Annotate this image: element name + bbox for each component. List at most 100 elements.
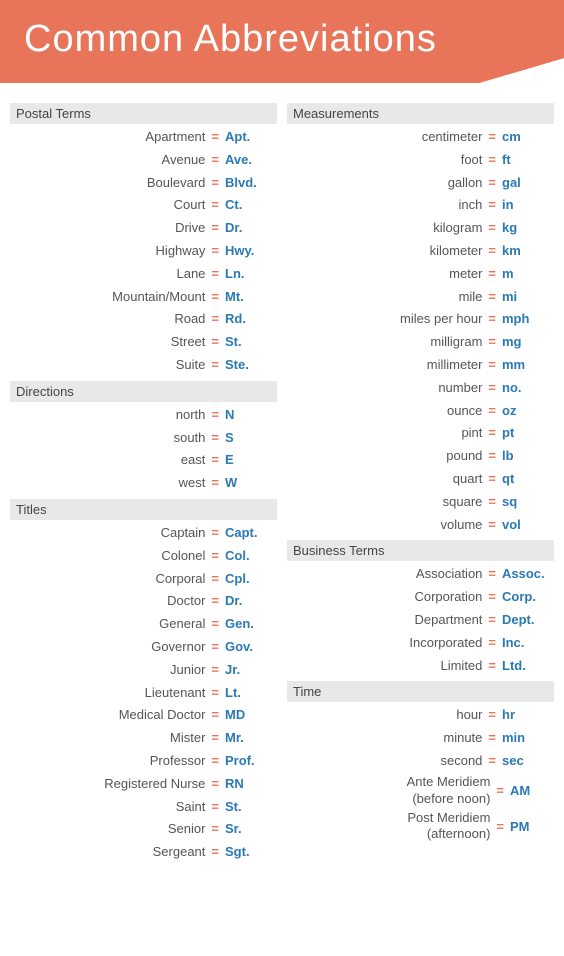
term: pound — [291, 446, 482, 467]
abbreviation: cm — [502, 127, 550, 148]
abbr-row: number=no. — [287, 377, 554, 400]
abbreviation: Gen. — [225, 614, 273, 635]
abbreviation: Mt. — [225, 287, 273, 308]
abbr-row: south=S — [10, 427, 277, 450]
term: Governor — [14, 637, 205, 658]
equals-sign: = — [488, 355, 496, 376]
term: Corporation — [291, 587, 482, 608]
equals-sign: = — [211, 450, 219, 471]
abbreviation: AM — [510, 783, 550, 798]
term: Apartment — [14, 127, 205, 148]
equals-sign: = — [211, 797, 219, 818]
equals-sign: = — [211, 332, 219, 353]
abbr-row: Corporation = Corp. — [287, 586, 554, 609]
equals-sign: = — [211, 660, 219, 681]
abbr-row: Medical Doctor=MD — [10, 704, 277, 727]
term: Limited — [291, 656, 482, 677]
equals-sign: = — [488, 309, 496, 330]
term: Mister — [14, 728, 205, 749]
term: south — [14, 428, 205, 449]
term: Association — [291, 564, 482, 585]
abbreviation: gal — [502, 173, 550, 194]
term: Boulevard — [14, 173, 205, 194]
term: hour — [291, 705, 482, 726]
abbr-row: minute=min — [287, 727, 554, 750]
abbreviation: Corp. — [502, 587, 550, 608]
abbr-row: milligram=mg — [287, 331, 554, 354]
abbreviation: Rd. — [225, 309, 273, 330]
term: millimeter — [291, 355, 482, 376]
abbreviation: Ave. — [225, 150, 273, 171]
abbr-row: mile=mi — [287, 286, 554, 309]
equals-sign: = — [211, 218, 219, 239]
abbreviation: mi — [502, 287, 550, 308]
abbr-row: Boulevard=Blvd. — [10, 172, 277, 195]
abbreviation: mph — [502, 309, 550, 330]
equals-sign: = — [211, 774, 219, 795]
abbr-row: Road=Rd. — [10, 308, 277, 331]
term: kilogram — [291, 218, 482, 239]
term: Incorporated — [291, 633, 482, 654]
abbr-row: second=sec — [287, 750, 554, 773]
term: milligram — [291, 332, 482, 353]
equals-sign: = — [488, 587, 496, 608]
page-header: Common Abbreviations — [0, 0, 564, 83]
abbr-row: Association=Assoc. — [287, 563, 554, 586]
left-column: Postal TermsApartment=Apt.Avenue=Ave.Bou… — [10, 99, 277, 864]
equals-sign: = — [211, 264, 219, 285]
abbr-row: Drive=Dr. — [10, 217, 277, 240]
equals-sign: = — [211, 751, 219, 772]
term: minute — [291, 728, 482, 749]
term: volume — [291, 515, 482, 536]
abbreviation: mg — [502, 332, 550, 353]
abbreviation: qt — [502, 469, 550, 490]
term: ounce — [291, 401, 482, 422]
equals-sign: = — [488, 401, 496, 422]
abbreviation: MD — [225, 705, 273, 726]
abbreviation: km — [502, 241, 550, 262]
right-column: Measurementscentimeter=cmfoot=ftgallon=g… — [287, 99, 554, 864]
term: Lane — [14, 264, 205, 285]
abbr-row: square=sq — [287, 491, 554, 514]
equals-sign: = — [488, 633, 496, 654]
term: foot — [291, 150, 482, 171]
abbreviation: Ltd. — [502, 656, 550, 677]
term: miles per hour — [291, 309, 482, 330]
abbr-row: gallon=gal — [287, 172, 554, 195]
abbr-row: Ante Meridiem(before noon)=AM — [287, 773, 554, 809]
term: Registered Nurse — [14, 774, 205, 795]
term: meter — [291, 264, 482, 285]
abbr-row: centimeter=cm — [287, 126, 554, 149]
abbr-row: north=N — [10, 404, 277, 427]
abbr-row: ounce = oz — [287, 400, 554, 423]
equals-sign: = — [488, 446, 496, 467]
term: Mountain/Mount — [14, 287, 205, 308]
section-header: Postal Terms — [10, 103, 277, 124]
equals-sign: = — [488, 195, 496, 216]
term: Drive — [14, 218, 205, 239]
abbreviation: N — [225, 405, 273, 426]
abbreviation: hr — [502, 705, 550, 726]
abbreviation: Dr. — [225, 591, 273, 612]
abbreviation: Sgt. — [225, 842, 273, 863]
abbr-row: Lieutenant=Lt. — [10, 682, 277, 705]
abbreviation: ft — [502, 150, 550, 171]
equals-sign: = — [211, 523, 219, 544]
abbreviation: oz — [502, 401, 550, 422]
equals-sign: = — [488, 564, 496, 585]
abbreviation: Inc. — [502, 633, 550, 654]
equals-sign: = — [488, 728, 496, 749]
term: quart — [291, 469, 482, 490]
abbreviation: vol — [502, 515, 550, 536]
equals-sign: = — [211, 546, 219, 567]
equals-sign: = — [488, 150, 496, 171]
abbreviation: Ste. — [225, 355, 273, 376]
term: Court — [14, 195, 205, 216]
equals-sign: = — [211, 473, 219, 494]
equals-sign: = — [488, 469, 496, 490]
abbreviation: E — [225, 450, 273, 471]
abbr-row: Court=Ct. — [10, 194, 277, 217]
equals-sign: = — [211, 405, 219, 426]
term: Sergeant — [14, 842, 205, 863]
equals-sign: = — [488, 751, 496, 772]
